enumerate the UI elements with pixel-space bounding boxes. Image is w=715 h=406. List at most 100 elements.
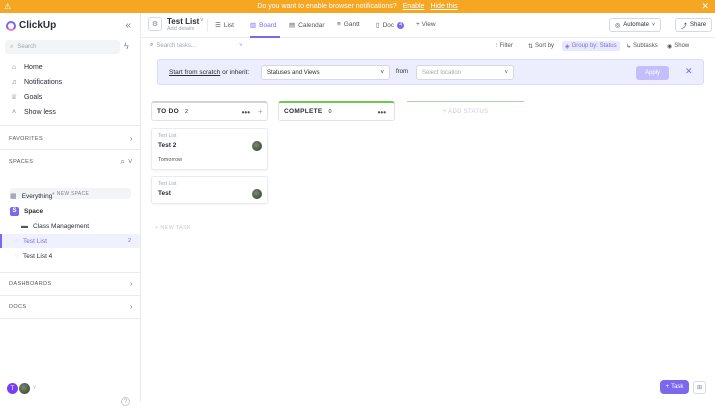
show-button[interactable]: ◉ Show	[667, 41, 689, 51]
item-label: Class Management	[33, 222, 89, 230]
everything-item[interactable]: ▦ Everything	[0, 189, 140, 203]
section-title: FAVORITES	[9, 135, 44, 142]
subtasks-icon: ↳	[626, 43, 632, 50]
share-button[interactable]: ⤴ Share	[675, 18, 713, 32]
subtasks-button[interactable]: ↳ Subtasks	[626, 41, 658, 51]
card-due-date[interactable]: Tomorrow	[158, 157, 182, 163]
tab-doc[interactable]: ▯ Doc 4	[376, 21, 405, 29]
location-select[interactable]: Select location ˅	[416, 65, 514, 80]
or-inherit-text: or inherit:	[222, 69, 250, 76]
task-card[interactable]: Test List Test	[151, 176, 268, 204]
clickup-logo-icon	[6, 20, 16, 31]
board-toolbar: ⌕ Search tasks... ˅ ⫶ Filter ⇅ Sort by ◈ Gr…	[141, 38, 715, 54]
sidebar-search-input[interactable]: ⌕ Search	[5, 40, 120, 54]
list-settings-icon[interactable]: ⚙	[148, 17, 162, 31]
chevron-right-icon: ›	[129, 134, 133, 143]
collapse-sidebar-icon[interactable]: «	[125, 20, 131, 31]
chevron-down-icon: ˅	[380, 69, 384, 76]
item-label: Space	[24, 207, 44, 215]
chevron-right-icon: ›	[129, 302, 133, 311]
nav-label: Goals	[24, 93, 43, 101]
apps-grid-icon[interactable]: ⊞	[693, 381, 706, 394]
dashboards-section[interactable]: DASHBOARDS ›	[9, 279, 133, 288]
task-search-input[interactable]: ⌕ Search tasks... ˅	[150, 42, 243, 49]
notification-banner: ⚠ Do you want to enable browser notifica…	[0, 0, 715, 13]
warning-icon: ⚠	[4, 2, 12, 11]
lightning-icon[interactable]: ϟ	[124, 41, 129, 51]
tab-calendar[interactable]: ▤ Calendar	[289, 21, 325, 30]
main-area: ⚙ Test List ˅ Add details ☰ List ▥ Board…	[141, 13, 715, 402]
automate-button[interactable]: ◎ Automate ˅	[609, 18, 661, 32]
profile-photo-avatar[interactable]	[19, 383, 30, 394]
search-icon: ⌕	[150, 42, 154, 48]
divider	[0, 272, 140, 273]
sort-button[interactable]: ⇅ Sort by	[528, 41, 554, 51]
hide-link[interactable]: Hide this	[430, 3, 457, 10]
trophy-icon: ♕	[10, 94, 18, 101]
favorites-section[interactable]: FAVORITES ›	[9, 134, 133, 143]
chevron-down-icon[interactable]: ˅	[200, 18, 204, 24]
list-item-test-list[interactable]: ○ Test List 2	[0, 234, 140, 248]
chevron-down-icon[interactable]: ˅	[33, 385, 36, 391]
inherit-select[interactable]: Statuses and Views ˅	[261, 65, 390, 80]
item-label: Everything	[21, 192, 53, 200]
user-avatar[interactable]: T	[7, 383, 18, 394]
folder-item[interactable]: ▬ Class Management	[0, 219, 140, 233]
robot-icon: ◎	[615, 22, 621, 29]
divider	[0, 295, 140, 296]
new-task-button[interactable]: + NEW TASK	[155, 225, 191, 231]
tab-board[interactable]: ▥ Board	[250, 21, 277, 30]
section-title: SPACES	[9, 159, 34, 165]
button-label: Task	[671, 384, 684, 390]
nav-notifications[interactable]: ♫ Notifications	[0, 75, 140, 89]
apply-button[interactable]: Apply	[636, 66, 669, 80]
add-details-link[interactable]: Add details	[167, 26, 194, 32]
group-by-button[interactable]: ◈ Group by: Status	[562, 41, 620, 51]
template-label: Start from scratch or inherit:	[169, 69, 249, 76]
sidebar: ClickUp « ⌕ Search ϟ ⌂ Home ♫ Notificati…	[0, 13, 141, 406]
add-status-button[interactable]: + ADD STATUS	[407, 101, 524, 121]
plus-icon[interactable]: +	[258, 107, 263, 116]
nav-home[interactable]: ⌂ Home	[0, 60, 140, 74]
template-bar: Start from scratch or inherit: Statuses …	[157, 59, 704, 85]
chevron-down-icon: ˅	[504, 69, 508, 76]
assignee-avatar[interactable]	[252, 189, 262, 199]
nav-label: Show less	[24, 108, 56, 116]
column-name: COMPLETE	[284, 108, 323, 115]
close-icon[interactable]: ✕	[685, 66, 693, 77]
nav-show-less[interactable]: ˄ Show less	[0, 105, 140, 119]
enable-link[interactable]: Enable	[403, 3, 425, 10]
tab-label: Calendar	[298, 21, 325, 29]
from-text: from	[396, 69, 408, 75]
spaces-section[interactable]: SPACES ⌕ ˅	[9, 157, 133, 167]
button-label: Share	[690, 22, 707, 28]
list-item-test-list-4[interactable]: ○ Test List 4	[0, 249, 140, 263]
search-chevron-icon[interactable]: ⌕ ˅	[120, 157, 133, 167]
plus-icon: +	[665, 384, 670, 390]
add-task-button[interactable]: + Task	[660, 380, 689, 394]
board-view-icon: ▥	[250, 22, 257, 29]
column-header-todo[interactable]: TO DO 2 ••• +	[151, 101, 268, 121]
banner-message: Do you want to enable browser notificati…	[257, 3, 397, 10]
nav-goals[interactable]: ♕ Goals	[0, 90, 140, 104]
list-view-icon: ☰	[215, 22, 221, 29]
space-item[interactable]: S Space	[0, 204, 140, 218]
docs-section[interactable]: DOCS ›	[9, 302, 133, 311]
close-icon[interactable]: ✕	[701, 1, 709, 12]
divider	[0, 318, 140, 319]
assignee-avatar[interactable]	[252, 141, 262, 151]
more-icon[interactable]: •••	[378, 108, 386, 117]
task-card[interactable]: Test List Test 2 Tomorrow	[151, 128, 268, 170]
tab-gantt[interactable]: ≡ Gantt	[337, 21, 360, 28]
filter-button[interactable]: ⫶ Filter	[496, 41, 513, 51]
tab-list[interactable]: ☰ List	[215, 21, 234, 30]
logo[interactable]: ClickUp	[6, 20, 56, 31]
start-from-scratch-link[interactable]: Start from scratch	[169, 69, 220, 76]
add-view-button[interactable]: + View	[416, 21, 436, 28]
more-icon[interactable]: •••	[242, 108, 250, 117]
home-icon: ⌂	[11, 63, 17, 71]
column-count: 0	[328, 108, 332, 115]
eye-icon: ◉	[667, 43, 673, 50]
list-title[interactable]: Test List	[167, 17, 199, 26]
column-header-complete[interactable]: COMPLETE 0 •••	[278, 101, 395, 121]
